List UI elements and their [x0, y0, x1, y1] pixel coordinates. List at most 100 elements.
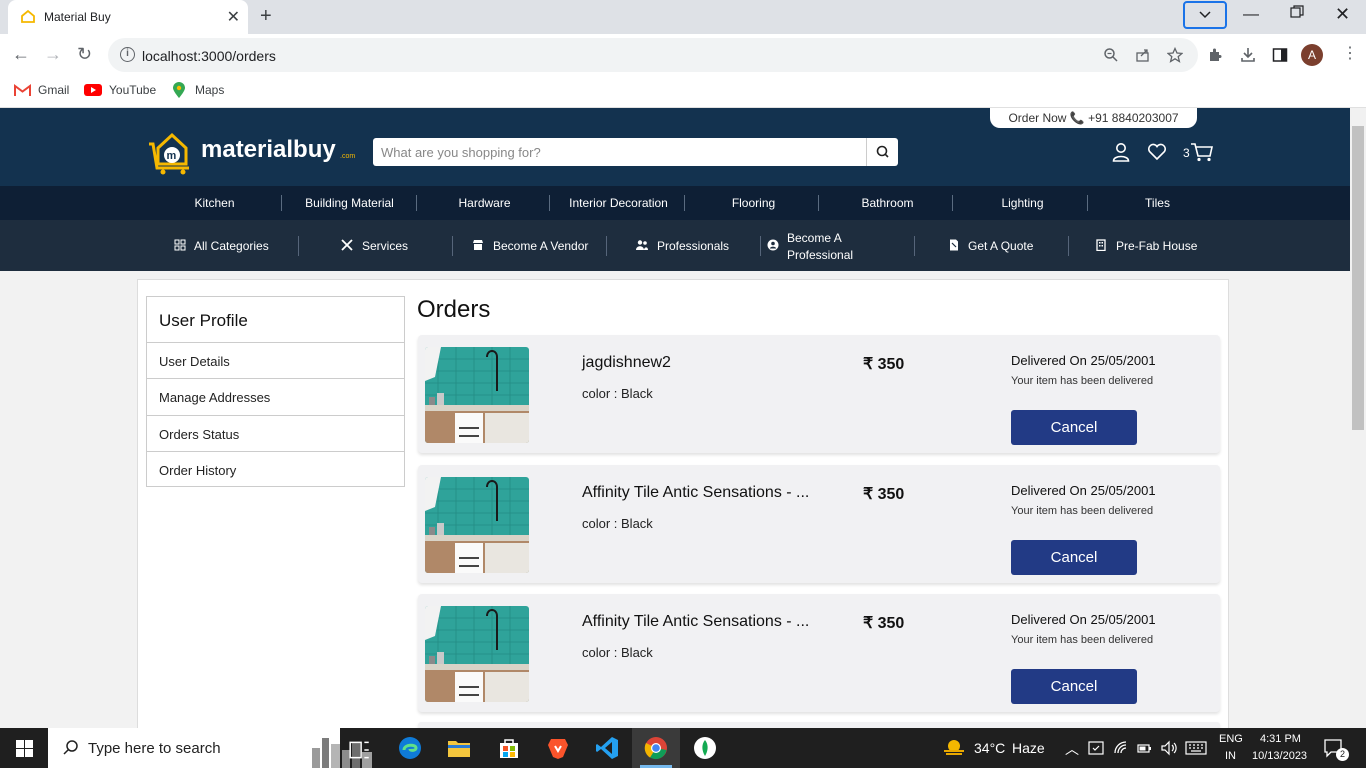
browser-tab[interactable]: Material Buy ✕: [8, 0, 248, 34]
cancel-order-button[interactable]: Cancel: [1011, 540, 1137, 575]
side-panel-icon[interactable]: [1272, 47, 1288, 63]
cancel-order-button[interactable]: Cancel: [1011, 669, 1137, 704]
user-account-icon[interactable]: [1112, 142, 1130, 162]
wishlist-heart-icon[interactable]: [1147, 143, 1167, 161]
address-url: localhost:3000/orders: [142, 48, 276, 64]
product-thumbnail[interactable]: [425, 347, 529, 443]
divider: [1068, 236, 1069, 256]
window-restore-icon[interactable]: [1290, 5, 1304, 19]
logo-house-icon: m: [149, 132, 189, 175]
category-tiles[interactable]: Tiles: [1090, 196, 1225, 210]
taskbar-search[interactable]: Type here to search: [48, 728, 372, 768]
weather-temperature[interactable]: 34°C: [974, 740, 1005, 756]
bookmark-maps[interactable]: Maps: [195, 83, 224, 97]
sidebar-item-user-details[interactable]: User Details: [147, 342, 404, 378]
category-lighting[interactable]: Lighting: [955, 196, 1090, 210]
clock-time[interactable]: 4:31 PM: [1260, 733, 1301, 745]
site-logo[interactable]: m materialbuy .com: [145, 128, 360, 176]
category-bathroom[interactable]: Bathroom: [820, 196, 955, 210]
zoom-icon[interactable]: [1103, 47, 1119, 63]
menu-kebab-icon[interactable]: ⋮: [1342, 43, 1358, 63]
site-search-input[interactable]: What are you shopping for?: [381, 145, 541, 160]
maps-pin-icon: [173, 82, 185, 98]
cancel-order-button[interactable]: Cancel: [1011, 410, 1137, 445]
nav-become-vendor[interactable]: Become A Vendor: [493, 239, 588, 253]
chrome-active-tab[interactable]: [632, 728, 680, 768]
nav-professionals[interactable]: Professionals: [657, 239, 729, 253]
site-search-bar[interactable]: What are you shopping for?: [373, 138, 898, 166]
share-icon[interactable]: [1135, 47, 1151, 63]
vscode-icon[interactable]: [595, 736, 619, 760]
category-hardware[interactable]: Hardware: [417, 196, 552, 210]
nav-services[interactable]: Services: [362, 239, 408, 253]
site-info-icon[interactable]: i: [120, 47, 135, 62]
order-product-color: color : Black: [582, 645, 653, 660]
sidebar-item-orders-status[interactable]: Orders Status: [147, 415, 404, 451]
order-price: ₹ 350: [863, 486, 905, 503]
order-product-name[interactable]: Affinity Tile Antic Sensations - ...: [582, 484, 832, 502]
sidebar-item-order-history[interactable]: Order History: [147, 451, 404, 487]
download-icon[interactable]: [1239, 46, 1257, 64]
people-icon: [636, 240, 648, 250]
order-row: Affinity Tile Antic Sensations - ... col…: [418, 465, 1220, 583]
category-interior-decoration[interactable]: Interior Decoration: [551, 196, 686, 210]
window-minimize-icon[interactable]: —: [1243, 6, 1259, 24]
chevron-down-icon: [1199, 11, 1211, 19]
product-thumbnail[interactable]: [425, 606, 529, 702]
category-kitchen[interactable]: Kitchen: [147, 196, 282, 210]
cart-icon[interactable]: [1190, 142, 1214, 162]
battery-icon[interactable]: [1136, 740, 1152, 756]
clock-date[interactable]: 10/13/2023: [1252, 750, 1307, 762]
file-explorer-icon[interactable]: [447, 736, 471, 760]
edge-browser-icon[interactable]: [398, 736, 422, 760]
bookmark-gmail[interactable]: Gmail: [38, 83, 69, 97]
product-thumbnail[interactable]: [425, 477, 529, 573]
keyboard-icon[interactable]: [1185, 741, 1207, 755]
reload-icon[interactable]: ↻: [77, 44, 92, 65]
kitchen-tile-image: [425, 606, 529, 702]
youtube-icon: [84, 84, 102, 96]
new-tab-icon[interactable]: +: [260, 5, 272, 28]
task-view-icon[interactable]: [348, 738, 372, 762]
profile-avatar[interactable]: A: [1301, 44, 1323, 66]
taskbar-search-input[interactable]: Type here to search: [88, 740, 221, 757]
back-arrow-icon[interactable]: ←: [12, 44, 30, 65]
volume-icon[interactable]: [1160, 740, 1178, 756]
tab-close-icon[interactable]: ✕: [227, 7, 240, 27]
tab-search-button[interactable]: [1183, 1, 1227, 29]
nav-become-professional[interactable]: Become A Professional: [787, 230, 853, 264]
nav-get-quote[interactable]: Get A Quote: [968, 239, 1033, 253]
order-product-name[interactable]: jagdishnew2: [582, 354, 832, 372]
language-code[interactable]: ENG: [1219, 733, 1243, 745]
divider: [452, 236, 453, 256]
microsoft-store-icon[interactable]: [497, 736, 521, 760]
wifi-icon[interactable]: [1113, 740, 1129, 756]
weather-description[interactable]: Haze: [1012, 740, 1045, 756]
scrollbar-thumb[interactable]: [1352, 126, 1364, 430]
address-bar[interactable]: i localhost:3000/orders: [108, 38, 1198, 72]
language-region[interactable]: IN: [1225, 750, 1236, 762]
gmail-icon: [14, 84, 31, 96]
bookmark-youtube[interactable]: YouTube: [109, 83, 156, 97]
extensions-puzzle-icon[interactable]: [1207, 47, 1223, 63]
order-status-detail: Your item has been delivered: [1011, 375, 1154, 387]
security-shield-icon[interactable]: [1088, 740, 1104, 756]
site-search-button[interactable]: [866, 138, 898, 166]
sidebar-item-manage-addresses[interactable]: Manage Addresses: [147, 378, 404, 414]
sidebar-title: User Profile: [159, 311, 248, 330]
category-flooring[interactable]: Flooring: [686, 196, 821, 210]
order-price: ₹ 350: [863, 615, 905, 632]
windows-start-icon[interactable]: [16, 740, 33, 757]
forward-arrow-icon[interactable]: →: [44, 44, 62, 65]
category-building-material[interactable]: Building Material: [282, 196, 417, 210]
nav-all-categories[interactable]: All Categories: [194, 239, 269, 253]
tray-expand-icon[interactable]: ︿: [1065, 739, 1079, 759]
nav-prefab-house[interactable]: Pre-Fab House: [1116, 239, 1197, 253]
brave-browser-icon[interactable]: [546, 736, 570, 760]
bookmark-star-icon[interactable]: [1167, 47, 1183, 63]
store-icon: [473, 240, 483, 250]
order-product-name[interactable]: Affinity Tile Antic Sensations - ...: [582, 613, 832, 631]
window-close-icon[interactable]: ✕: [1335, 4, 1350, 25]
mongodb-compass-icon[interactable]: [693, 736, 717, 760]
order-now-banner[interactable]: Order Now 📞 +91 8840203007: [990, 108, 1197, 128]
